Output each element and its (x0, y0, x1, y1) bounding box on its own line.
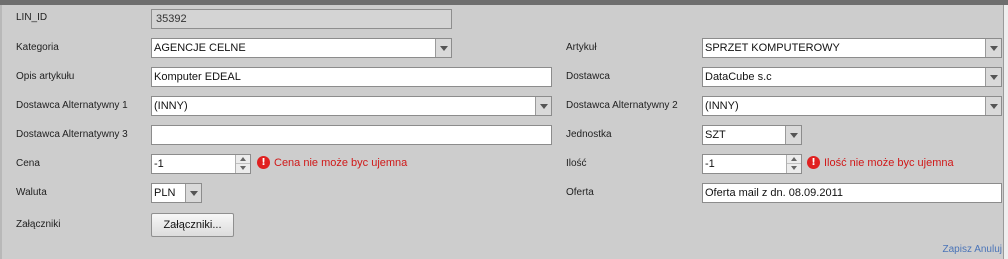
dostawca-value: DataCube s.c (705, 71, 772, 83)
right-border (1004, 5, 1008, 259)
save-link[interactable]: Zapisz (943, 244, 972, 255)
oferta-input[interactable]: Oferta mail z dn. 08.09.2011 (702, 183, 1002, 203)
chevron-down-icon[interactable] (785, 126, 801, 144)
ilosc-value: -1 (705, 158, 715, 170)
cena-value: -1 (154, 158, 164, 170)
dostawca-alt2-label: Dostawca Alternatywny 2 (566, 100, 678, 111)
chevron-down-icon[interactable] (185, 184, 201, 202)
dostawca-alt1-value: (INNY) (154, 100, 188, 112)
kategoria-label: Kategoria (16, 42, 59, 53)
dostawca-alt3-input[interactable] (151, 125, 552, 145)
opis-label: Opis artykułu (16, 71, 75, 82)
dostawca-alt2-value: (INNY) (705, 100, 739, 112)
zalaczniki-label: Załączniki (16, 219, 61, 230)
waluta-select[interactable]: PLN (151, 183, 202, 203)
lin-id-label: LIN_ID (16, 12, 48, 23)
artykul-label: Artykuł (566, 42, 597, 53)
ilosc-label: Ilość (566, 158, 587, 169)
opis-input[interactable]: Komputer EDEAL (151, 67, 552, 87)
decrement-arrow-icon[interactable] (787, 164, 801, 173)
oferta-label: Oferta (566, 187, 594, 198)
cancel-link[interactable]: Anuluj (974, 244, 1002, 255)
lin-id-field: 35392 (151, 9, 452, 29)
dostawca-alt1-select[interactable]: (INNY) (151, 96, 552, 116)
chevron-down-icon[interactable] (985, 68, 1001, 86)
cena-label: Cena (16, 158, 40, 169)
chevron-down-icon[interactable] (985, 97, 1001, 115)
up-down-arrows-icon[interactable] (786, 155, 801, 173)
dostawca-label: Dostawca (566, 71, 610, 82)
edit-form-panel: LIN_ID 35392 Kategoria AGENCJE CELNE Art… (0, 0, 1008, 259)
jednostka-value: SZT (705, 129, 726, 141)
cena-stepper[interactable]: -1 (151, 154, 251, 174)
exclamation-circle-icon: ! (807, 156, 820, 169)
kategoria-value: AGENCJE CELNE (154, 42, 246, 54)
chevron-down-icon[interactable] (535, 97, 551, 115)
dostawca-alt2-select[interactable]: (INNY) (702, 96, 1002, 116)
ilosc-error: ! Ilość nie może byc ujemna (807, 156, 954, 172)
window-top-bar (0, 0, 1008, 5)
kategoria-select[interactable]: AGENCJE CELNE (151, 38, 452, 58)
dostawca-select[interactable]: DataCube s.c (702, 67, 1002, 87)
waluta-value: PLN (154, 187, 176, 199)
waluta-label: Waluta (16, 187, 47, 198)
cena-error-message: Cena nie może byc ujemna (274, 156, 408, 169)
increment-arrow-icon[interactable] (787, 155, 801, 164)
up-down-arrows-icon[interactable] (235, 155, 250, 173)
left-border (0, 5, 2, 259)
zalaczniki-button[interactable]: Załączniki... (151, 213, 234, 237)
chevron-down-icon[interactable] (985, 39, 1001, 57)
footer-actions: Zapisz Anuluj (943, 244, 1003, 255)
cena-error: ! Cena nie może byc ujemna (257, 156, 407, 172)
ilosc-error-message: Ilość nie może byc ujemna (824, 156, 954, 169)
chevron-down-icon[interactable] (435, 39, 451, 57)
dostawca-alt1-label: Dostawca Alternatywny 1 (16, 100, 128, 111)
artykul-value: SPRZET KOMPUTEROWY (705, 42, 840, 54)
ilosc-stepper[interactable]: -1 (702, 154, 802, 174)
dostawca-alt3-label: Dostawca Alternatywny 3 (16, 129, 128, 140)
artykul-select[interactable]: SPRZET KOMPUTEROWY (702, 38, 1002, 58)
increment-arrow-icon[interactable] (236, 155, 250, 164)
jednostka-label: Jednostka (566, 129, 612, 140)
decrement-arrow-icon[interactable] (236, 164, 250, 173)
jednostka-select[interactable]: SZT (702, 125, 802, 145)
exclamation-circle-icon: ! (257, 156, 270, 169)
